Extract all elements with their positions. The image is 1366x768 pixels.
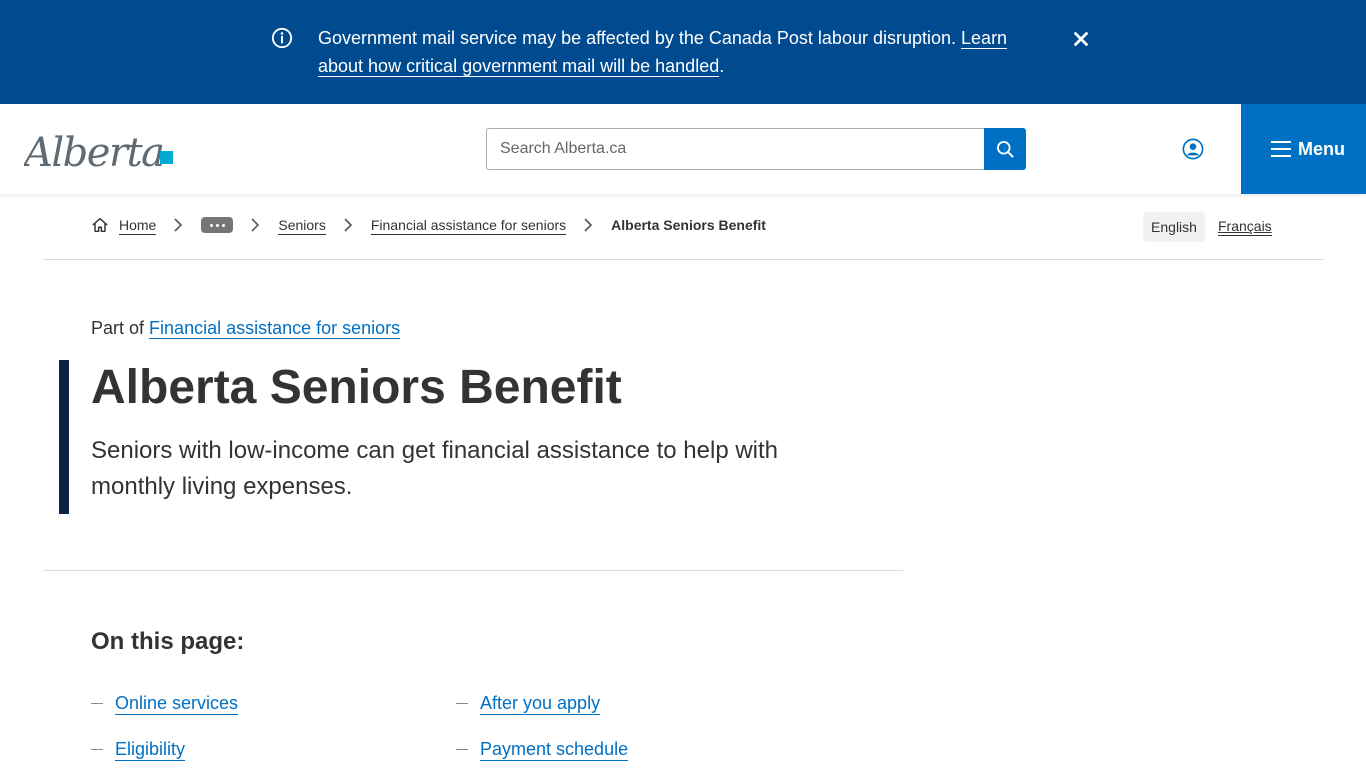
- notification-banner: Government mail service may be affected …: [0, 0, 1366, 104]
- hamburger-icon: [1271, 141, 1291, 157]
- dash-icon: [91, 703, 103, 704]
- list-item: Eligibility: [91, 738, 186, 761]
- search-icon: [997, 141, 1014, 158]
- chevron-right-icon: [344, 218, 352, 232]
- search-input[interactable]: [486, 128, 984, 170]
- part-of: Part of Financial assistance for seniors: [91, 318, 401, 339]
- info-icon: [271, 27, 293, 49]
- menu-label: Menu: [1298, 138, 1345, 159]
- part-of-link[interactable]: Financial assistance for seniors: [149, 318, 401, 339]
- page-lead: Seniors with low-income can get financia…: [91, 437, 779, 500]
- alberta-logo[interactable]: Alberta: [24, 126, 176, 176]
- logo-wordmark: Alberta: [24, 130, 164, 176]
- part-of-prefix: Part of: [91, 318, 145, 338]
- menu-button[interactable]: Menu: [1241, 104, 1366, 194]
- logo-square: [160, 151, 173, 164]
- language-french[interactable]: Français: [1218, 212, 1272, 242]
- search-button[interactable]: [984, 128, 1026, 170]
- toc-link-after-you-apply[interactable]: After you apply: [480, 692, 601, 715]
- account-icon[interactable]: [1182, 138, 1204, 160]
- dash-icon: [456, 749, 468, 750]
- home-icon: [92, 217, 108, 233]
- notification-text: Government mail service may be affected …: [318, 28, 957, 48]
- list-item: Payment schedule: [456, 738, 629, 761]
- breadcrumb-ellipsis-button[interactable]: [201, 217, 234, 233]
- breadcrumb-financial-assistance[interactable]: Financial assistance for seniors: [370, 216, 567, 235]
- section-divider: [43, 570, 903, 571]
- notification-message: Government mail service may be affected …: [318, 24, 1038, 80]
- list-item: After you apply: [456, 692, 601, 715]
- list-item: Online services: [91, 692, 239, 715]
- language-french-label: Français: [1218, 218, 1272, 236]
- notification-suffix: .: [719, 56, 725, 76]
- toc-link-online-services[interactable]: Online services: [115, 692, 239, 715]
- breadcrumb-current: Alberta Seniors Benefit: [611, 217, 766, 233]
- dash-icon: [456, 703, 468, 704]
- on-this-page-heading: On this page:: [91, 628, 245, 655]
- hero-accent-bar: [59, 360, 69, 514]
- language-english[interactable]: English: [1143, 212, 1205, 242]
- search-form: [486, 128, 1026, 170]
- toc-link-eligibility[interactable]: Eligibility: [115, 738, 186, 761]
- toc-link-payment-schedule[interactable]: Payment schedule: [480, 738, 629, 761]
- chevron-right-icon: [251, 218, 260, 232]
- chevron-right-icon: [584, 218, 593, 232]
- chevron-right-icon: [174, 218, 183, 232]
- breadcrumb: Home Seniors Financial assistance for se…: [91, 213, 766, 237]
- header-divider: [43, 259, 1323, 260]
- breadcrumb-home[interactable]: Home: [119, 216, 157, 235]
- close-icon[interactable]: [1070, 28, 1092, 50]
- site-header: Alberta Menu: [0, 104, 1366, 194]
- page-title: Alberta Seniors Benefit: [91, 361, 622, 414]
- dash-icon: [91, 749, 103, 750]
- breadcrumb-seniors[interactable]: Seniors: [278, 216, 326, 235]
